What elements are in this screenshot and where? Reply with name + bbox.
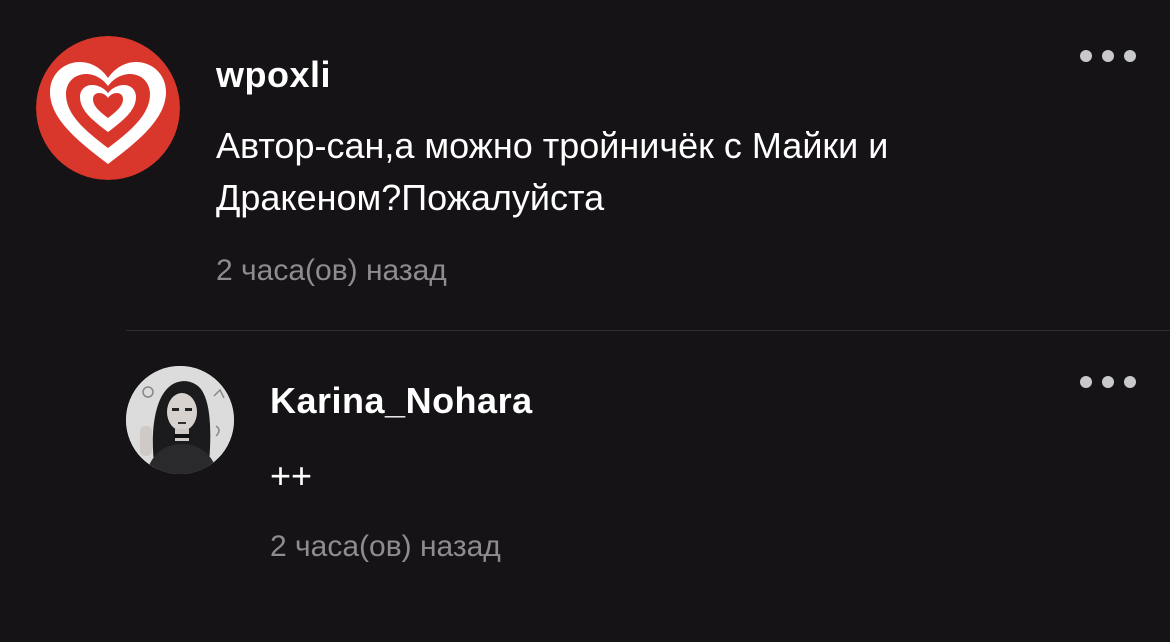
comment-text: Автор-сан,а можно тройничёк с Майки и Др… — [216, 125, 889, 218]
avatar[interactable] — [126, 366, 234, 474]
comment-username[interactable]: wpoxli — [216, 54, 331, 96]
user-photo — [126, 366, 234, 474]
comment-timestamp: 2 часа(ов) назад — [270, 530, 501, 563]
comment-username[interactable]: Karina_Nohara — [270, 380, 533, 422]
comment-timestamp: 2 часа(ов) назад — [216, 254, 447, 287]
more-dots-icon — [1080, 50, 1092, 62]
heart-icon — [36, 36, 180, 180]
more-dot — [1124, 376, 1136, 388]
more-dot — [1102, 50, 1114, 62]
comments-screen: wpoxli Автор-сан,а можно тройничёк с Май… — [0, 0, 1170, 642]
avatar[interactable] — [36, 36, 180, 180]
more-options-button[interactable] — [1080, 372, 1136, 392]
comment-divider — [126, 330, 1170, 331]
more-dots-icon — [1080, 376, 1092, 388]
more-dot — [1102, 376, 1114, 388]
more-dot — [1124, 50, 1136, 62]
comment-text: ++ — [270, 455, 313, 496]
more-options-button[interactable] — [1080, 46, 1136, 66]
